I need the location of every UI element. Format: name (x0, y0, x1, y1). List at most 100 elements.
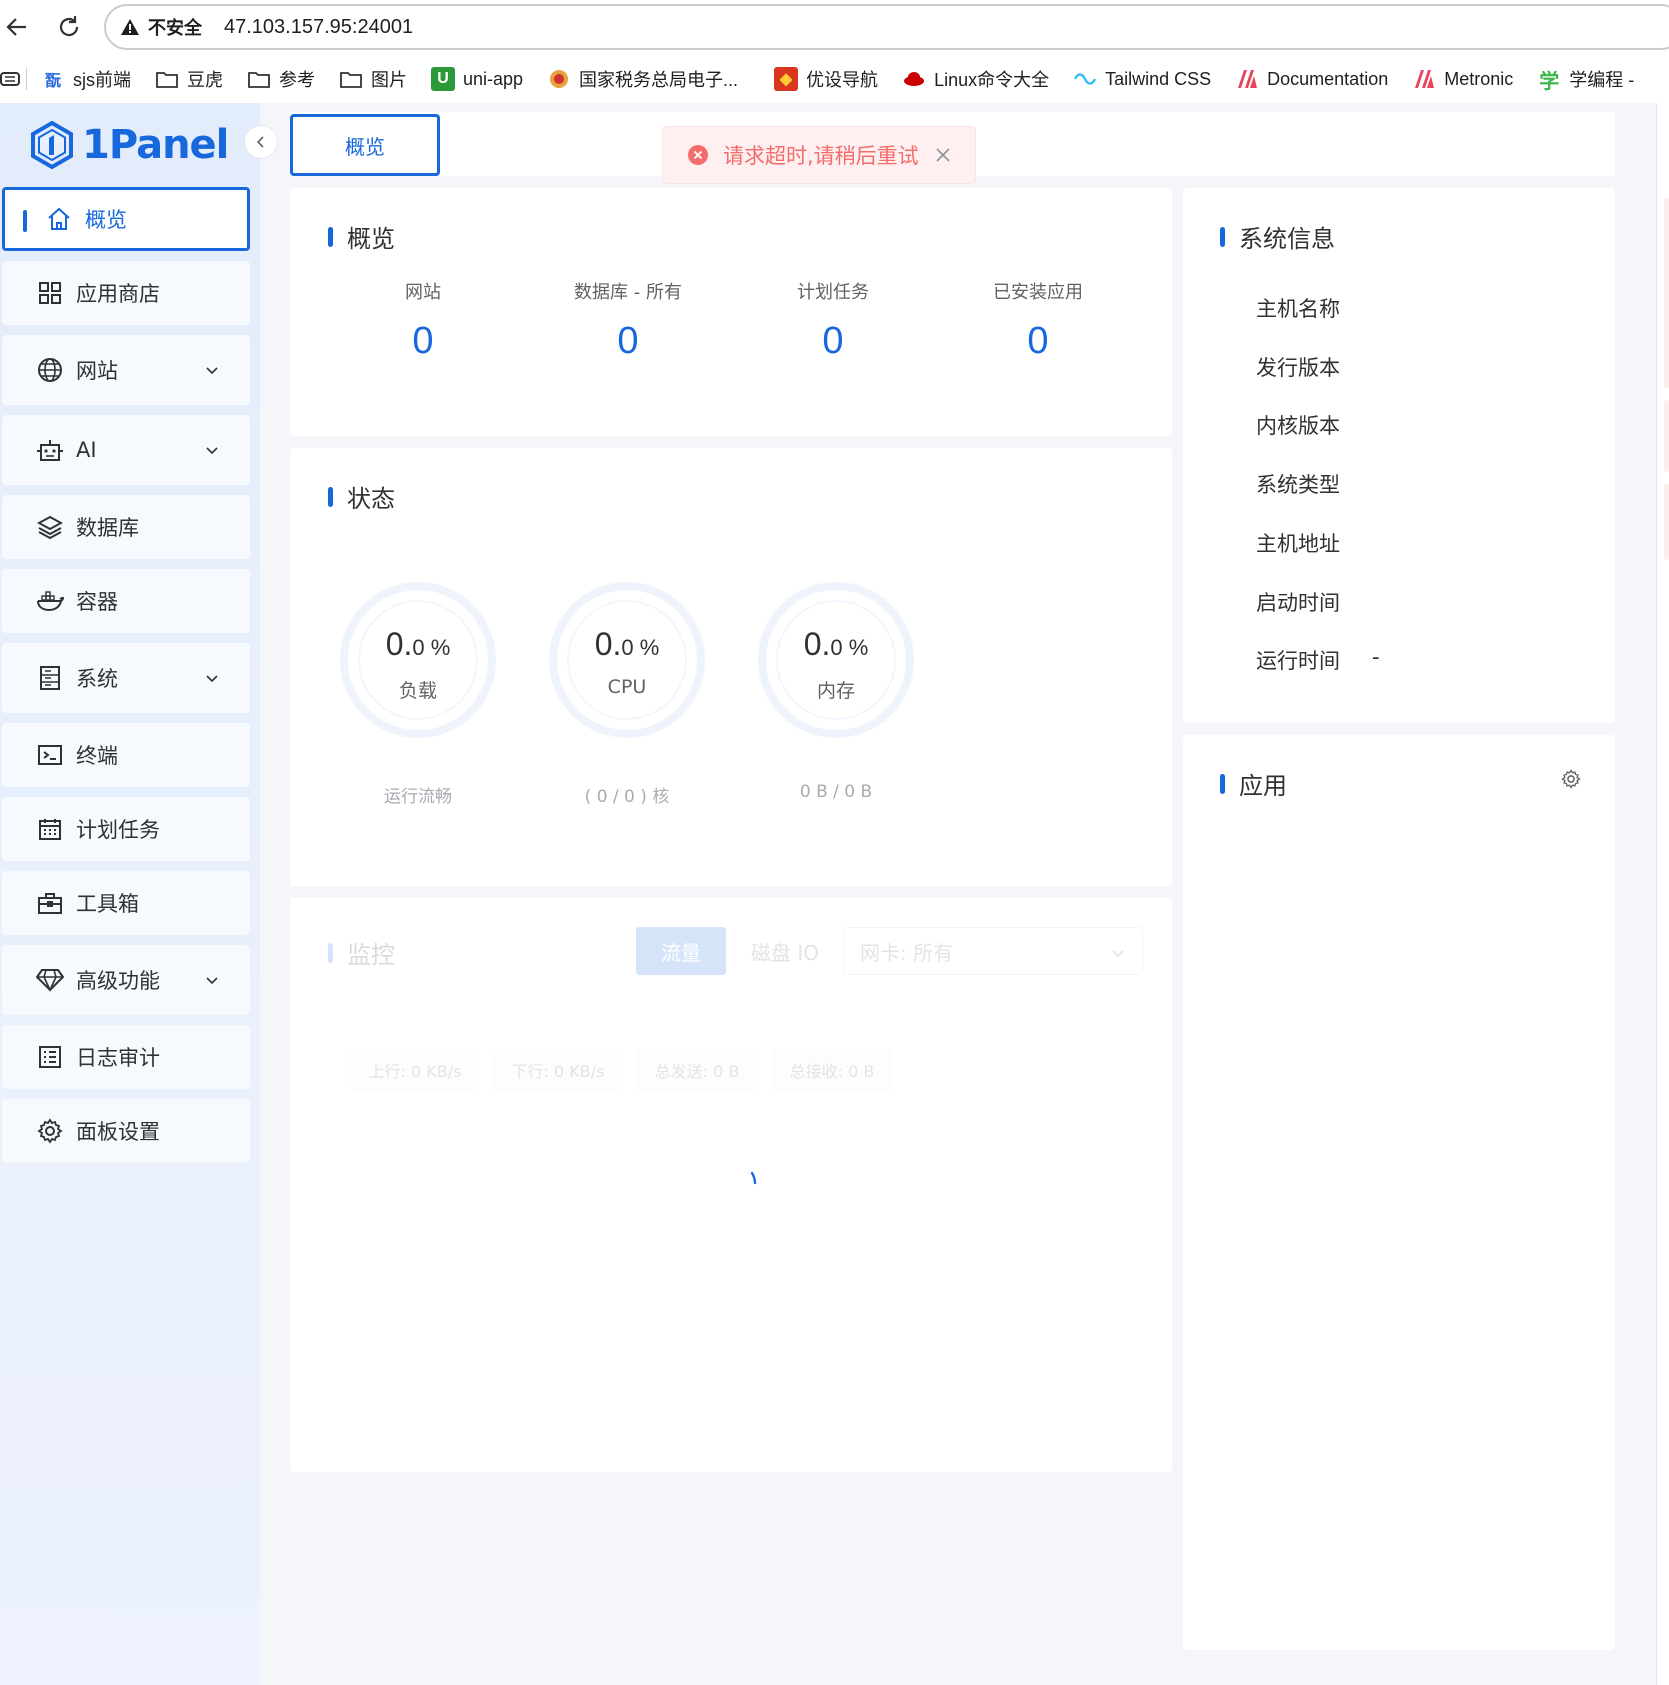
sidebar-item-app-store[interactable]: 应用商店 (2, 261, 250, 325)
stat-value[interactable]: 0 (938, 320, 1138, 363)
metronic-logo-icon (1412, 67, 1436, 91)
nic-select[interactable]: 网卡: 所有 (843, 927, 1143, 975)
cpu-gauge-sub: ( 0 / 0 ) 核 (584, 787, 670, 807)
memory-gauge-sub: 0 B / 0 B (799, 782, 873, 802)
title-accent-bar (1220, 773, 1225, 794)
stat-website[interactable]: 网站 0 (323, 278, 523, 363)
gauge-decimal: 0 % (412, 635, 451, 660)
stat-cron[interactable]: 计划任务 0 (733, 278, 933, 363)
layers-icon (36, 513, 64, 541)
bookmark-label: uni-app (463, 68, 524, 89)
chevron-down-icon[interactable] (204, 441, 222, 459)
bookmark-label: Linux命令大全 (934, 70, 1050, 90)
sidebar-item-system[interactable]: 系统 (2, 643, 250, 713)
overview-title: 概览 (328, 219, 395, 254)
close-icon[interactable] (935, 147, 951, 163)
gauge-decimal: 0 % (830, 635, 869, 660)
title-accent-bar (328, 942, 333, 963)
sidebar-item-container[interactable]: 容器 (2, 569, 250, 633)
sidebar-item-overview[interactable]: 概览 (2, 187, 250, 251)
right-edge-marker (1664, 484, 1669, 560)
apps-title: 应用 (1220, 766, 1287, 801)
gauge-value: 0.0 % (766, 626, 906, 663)
sidebar-item-label: 网站 (76, 359, 118, 383)
sidebar-item-label: 工具箱 (76, 892, 139, 916)
monitor-title-text: 监控 (347, 941, 395, 969)
back-arrow-icon[interactable] (0, 10, 34, 44)
sidebar-item-label: 日志审计 (76, 1046, 160, 1070)
bookmark-label: sjs前端 (73, 70, 131, 90)
bookmark-uniapp[interactable]: U uni-app (431, 67, 523, 91)
bookmark-sjs[interactable]: 翫 sjs前端 (41, 66, 131, 92)
bookmark-label: 优设导航 (806, 70, 879, 90)
sidebar-item-terminal[interactable]: 终端 (2, 723, 250, 787)
system-info-card (1183, 188, 1615, 723)
bookmark-documentation[interactable]: Documentation (1235, 67, 1388, 91)
sidebar-item-website[interactable]: 网站 (2, 335, 250, 405)
sidebar: 1Panel 概览 应用商店 网站 AI 数据库 容器 系统 终端 计划任务 工… (0, 103, 278, 1685)
sysinfo-kernel-label: 内核版本 (1256, 414, 1340, 438)
stat-label: 数据库 - 所有 (574, 282, 682, 303)
sidebar-item-label: AI (76, 438, 97, 462)
sidebar-item-advanced[interactable]: 高级功能 (2, 945, 250, 1015)
warning-triangle-icon[interactable] (120, 17, 140, 37)
metronic-logo-icon (1235, 67, 1259, 91)
bookmark-metronic[interactable]: Metronic (1412, 67, 1513, 91)
total-sent-pill: 总发送: 0 B (636, 1049, 758, 1091)
chevron-down-icon[interactable] (204, 669, 222, 687)
sidebar-item-ai[interactable]: AI (2, 415, 250, 485)
sidebar-item-label: 计划任务 (76, 818, 160, 842)
cpu-gauge[interactable]: 0.0 % CPU (549, 582, 705, 738)
sidebar-item-toolbox[interactable]: 工具箱 (2, 871, 250, 935)
bookmark-uisdc[interactable]: ◆ 优设导航 (774, 66, 878, 92)
bookmark-tupian[interactable]: 图片 (339, 66, 407, 92)
bookmark-label: 豆虎 (187, 70, 223, 90)
bookmark-xue[interactable]: 学 学编程 - (1537, 66, 1634, 93)
stat-value[interactable]: 0 (528, 320, 728, 363)
chevron-down-icon[interactable] (204, 361, 222, 379)
reading-list-icon[interactable] (0, 69, 24, 89)
chevron-down-icon[interactable] (204, 971, 222, 989)
total-received-pill: 总接收: 0 B (771, 1049, 893, 1091)
stat-database[interactable]: 数据库 - 所有 0 (528, 278, 728, 363)
sidebar-item-log-audit[interactable]: 日志审计 (2, 1025, 250, 1089)
bookmark-douhu[interactable]: 豆虎 (155, 66, 223, 92)
apps-settings-gear-icon[interactable] (1561, 769, 1583, 791)
memory-gauge[interactable]: 0.0 % 内存 (758, 582, 914, 738)
uniapp-logo-icon: U (431, 67, 455, 91)
sidebar-item-panel-settings[interactable]: 面板设置 (2, 1099, 250, 1163)
insecure-label[interactable]: 不安全 (148, 14, 202, 40)
bookmark-tax[interactable]: 国家税务总局电子... (547, 66, 738, 92)
title-accent-bar (328, 226, 333, 247)
sidebar-item-label: 概览 (85, 208, 127, 232)
status-title: 状态 (328, 479, 395, 514)
app-logo[interactable]: 1Panel (30, 117, 229, 173)
bookmark-linux[interactable]: Linux命令大全 (902, 66, 1049, 92)
url-text[interactable]: 47.103.157.95:24001 (224, 16, 413, 39)
stat-value[interactable]: 0 (323, 320, 523, 363)
stat-label: 计划任务 (797, 282, 869, 303)
sidebar-item-cron[interactable]: 计划任务 (2, 797, 250, 861)
gauge-int: 0. (594, 626, 622, 662)
address-bar[interactable]: 不安全 47.103.157.95:24001 (104, 4, 1669, 50)
tailwind-logo-icon (1073, 67, 1097, 91)
tab-overview[interactable]: 概览 (290, 114, 440, 176)
monitor-loading-mask (290, 1096, 1172, 1472)
load-gauge[interactable]: 0.0 % 负载 (340, 582, 496, 738)
bookmark-tailwind[interactable]: Tailwind CSS (1073, 67, 1211, 91)
stat-value[interactable]: 0 (733, 320, 933, 363)
gauge-label: 内存 (816, 680, 855, 702)
segment-traffic[interactable]: 流量 (636, 927, 726, 975)
xue-logo-icon: 学 (1539, 70, 1560, 93)
1panel-logo-icon (31, 121, 73, 169)
segment-disk-io[interactable]: 磁盘 IO (730, 927, 840, 975)
nic-select-value: 网卡: 所有 (860, 940, 954, 965)
bookmark-cankao[interactable]: 参考 (247, 66, 315, 92)
reload-icon[interactable] (52, 10, 86, 44)
stat-installed-apps[interactable]: 已安装应用 0 (938, 278, 1138, 363)
sidebar-item-database[interactable]: 数据库 (2, 495, 250, 559)
sysinfo-boot-time-label: 启动时间 (1256, 591, 1340, 615)
sysinfo-arch-label: 系统类型 (1256, 473, 1340, 497)
collapse-sidebar-button[interactable] (244, 125, 278, 159)
globe-icon (36, 356, 64, 384)
